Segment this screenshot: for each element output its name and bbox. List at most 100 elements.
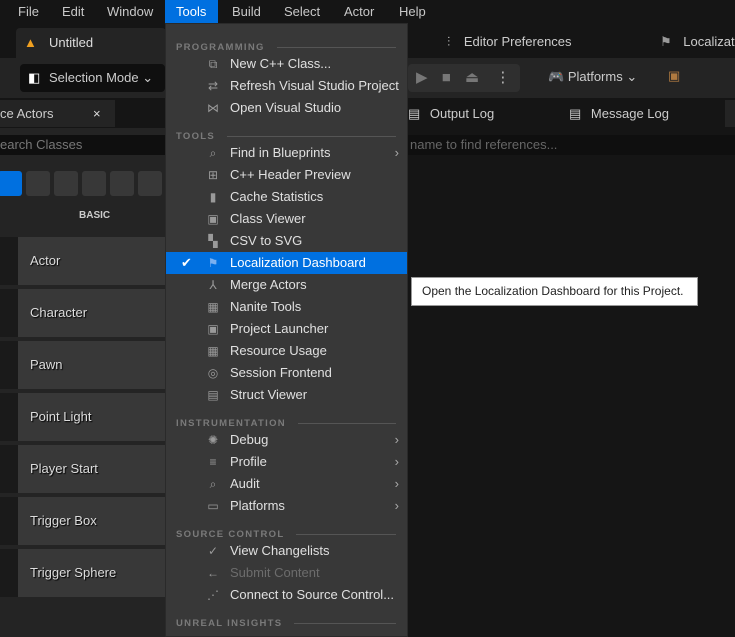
platforms-label: Platforms — [567, 69, 623, 84]
menu-actor[interactable]: Actor — [333, 0, 385, 23]
menu-item-label: Refresh Visual Studio Project — [230, 78, 399, 93]
item-label: Trigger Box — [30, 513, 97, 528]
selection-cursor-icon: ◧ — [28, 70, 41, 85]
marketplace-icon[interactable]: ▣ — [668, 68, 680, 84]
launcher-icon: ▣ — [207, 322, 219, 336]
menu-item-project-launcher[interactable]: ▣ Project Launcher — [166, 318, 407, 340]
point-light-icon — [0, 393, 18, 441]
references-search-input[interactable]: name to find references... — [408, 135, 735, 155]
menu-item-label: Localization Dashboard — [230, 255, 366, 270]
menu-item-c-header-preview[interactable]: ⊞ C++ Header Preview — [166, 164, 407, 186]
platforms-button[interactable]: 🎮 Platforms ⌄ — [548, 69, 637, 85]
menu-build[interactable]: Build — [221, 0, 272, 23]
tab-output-log[interactable]: ▤ Output Log — [408, 106, 494, 122]
menu-item-label: Resource Usage — [230, 343, 327, 358]
close-icon[interactable]: × — [93, 100, 101, 127]
character-icon — [0, 289, 18, 337]
tab-label: Message Log — [590, 106, 669, 121]
terminal-icon: ▤ — [408, 106, 421, 121]
more-options-icon[interactable]: ⋮ — [495, 69, 510, 86]
localization-tab[interactable]: ⚑ Localizati — [660, 34, 735, 50]
filter-cinematic-icon[interactable] — [82, 171, 106, 196]
menu-item-debug[interactable]: ✺ Debug › — [166, 429, 407, 451]
actor-item[interactable]: Trigger Sphere — [0, 549, 165, 597]
menu-item-label: Platforms — [230, 498, 285, 513]
filter-lights-icon[interactable] — [26, 171, 50, 196]
tab-label: ce Actors — [0, 106, 54, 121]
menu-select[interactable]: Select — [273, 0, 331, 23]
pawn-icon — [0, 341, 18, 389]
menu-item-connect-to-source-control[interactable]: ⋰ Connect to Source Control... — [166, 584, 407, 606]
actor-item[interactable]: Actor — [0, 237, 165, 285]
menu-item-class-viewer[interactable]: ▣ Class Viewer — [166, 208, 407, 230]
find-icon: ⌕ — [209, 146, 217, 160]
tab-message-log[interactable]: ▤ Message Log — [569, 106, 669, 122]
play-controls: ▶ ■ ⏏ ⋮ — [408, 64, 520, 92]
actor-item[interactable]: Character — [0, 289, 165, 337]
menu-item-resource-usage[interactable]: ▦ Resource Usage — [166, 340, 407, 362]
filter-volumes-icon[interactable] — [138, 171, 162, 196]
bug-icon: ✺ — [207, 433, 219, 447]
item-label: Player Start — [30, 461, 98, 476]
menu-item-label: Connect to Source Control... — [230, 587, 395, 602]
eject-icon[interactable]: ⏏ — [465, 69, 479, 86]
check-circle-icon: ✓ — [207, 544, 219, 558]
menu-item-csv-to-svg[interactable]: ▚ CSV to SVG — [166, 230, 407, 252]
session-icon: ◎ — [207, 366, 219, 380]
skip-icon[interactable]: ▶ — [416, 69, 428, 86]
filter-basic-icon[interactable] — [0, 171, 22, 196]
search-classes-input[interactable]: earch Classes — [0, 135, 165, 155]
selection-mode-dropdown[interactable]: ◧ Selection Mode ⌄ — [20, 64, 165, 92]
menu-item-find-in-blueprints[interactable]: ⌕ Find in Blueprints › — [166, 142, 407, 164]
menu-section-header: SOURCE CONTROL — [176, 529, 396, 540]
menu-item-audit[interactable]: ⌕ Audit › — [166, 473, 407, 495]
menu-file[interactable]: File — [7, 0, 50, 23]
tab-label: Localizati — [683, 34, 735, 49]
category-basic: BASIC — [79, 210, 111, 221]
menu-item-merge-actors[interactable]: ⅄ Merge Actors — [166, 274, 407, 296]
actor-item[interactable]: Pawn — [0, 341, 165, 389]
menu-item-localization-dashboard[interactable]: ✔ ⚑ Localization Dashboard — [166, 252, 407, 274]
menu-item-refresh-visual-studio-project[interactable]: ⇄ Refresh Visual Studio Project — [166, 75, 407, 97]
menu-tools[interactable]: Tools — [165, 0, 218, 23]
filter-shapes-icon[interactable] — [54, 171, 78, 196]
gamepad-icon: 🎮 — [548, 69, 565, 84]
tab-place-actors[interactable]: ce Actors × — [0, 100, 115, 127]
menu-item-open-visual-studio[interactable]: ⋈ Open Visual Studio — [166, 97, 407, 119]
flag-icon: ⚑ — [660, 34, 672, 49]
menu-item-platforms[interactable]: ▭ Platforms › — [166, 495, 407, 517]
menu-item-cache-statistics[interactable]: ▮ Cache Statistics — [166, 186, 407, 208]
menu-item-profile[interactable]: ≡ Profile › — [166, 451, 407, 473]
menu-item-session-frontend[interactable]: ◎ Session Frontend — [166, 362, 407, 384]
menu-edit[interactable]: Edit — [51, 0, 95, 23]
header-icon: ⊞ — [207, 168, 219, 182]
stop-icon[interactable]: ■ — [442, 69, 451, 86]
checkmark-icon: ✔ — [181, 255, 192, 270]
tab-untitled[interactable]: ▲ Untitled — [16, 28, 166, 58]
menu-item-label: Session Frontend — [230, 365, 332, 380]
menu-item-nanite-tools[interactable]: ▦ Nanite Tools — [166, 296, 407, 318]
stats-icon: ▮ — [209, 190, 217, 204]
item-label: Character — [30, 305, 88, 320]
refresh-vs-icon: ⇄ — [207, 79, 219, 93]
menu-window[interactable]: Window — [96, 0, 164, 23]
chevron-right-icon: › — [394, 454, 399, 469]
menu-item-label: View Changelists — [230, 543, 330, 558]
menu-help[interactable]: Help — [388, 0, 437, 23]
trigger-sphere-icon — [0, 549, 18, 597]
search-references-tab[interactable] — [725, 100, 735, 127]
flag-icon: ⚑ — [207, 256, 219, 270]
editor-preferences-tab[interactable]: ⫶ Editor Preferences — [447, 34, 572, 50]
filter-visual-effects-icon[interactable] — [110, 171, 134, 196]
audit-icon: ⌕ — [209, 477, 217, 491]
tab-label: Untitled — [49, 35, 94, 50]
actor-item[interactable]: Point Light — [0, 393, 165, 441]
menu-item-submit-content: ← Submit Content — [166, 562, 407, 584]
item-label: Pawn — [30, 357, 63, 372]
menu-item-view-changelists[interactable]: ✓ View Changelists — [166, 540, 407, 562]
menu-item-label: Debug — [230, 432, 269, 447]
menu-item-struct-viewer[interactable]: ▤ Struct Viewer — [166, 384, 407, 406]
actor-item[interactable]: Trigger Box — [0, 497, 165, 545]
actor-item[interactable]: Player Start — [0, 445, 165, 493]
menu-item-new-c-class[interactable]: ⧉ New C++ Class... — [166, 53, 407, 75]
